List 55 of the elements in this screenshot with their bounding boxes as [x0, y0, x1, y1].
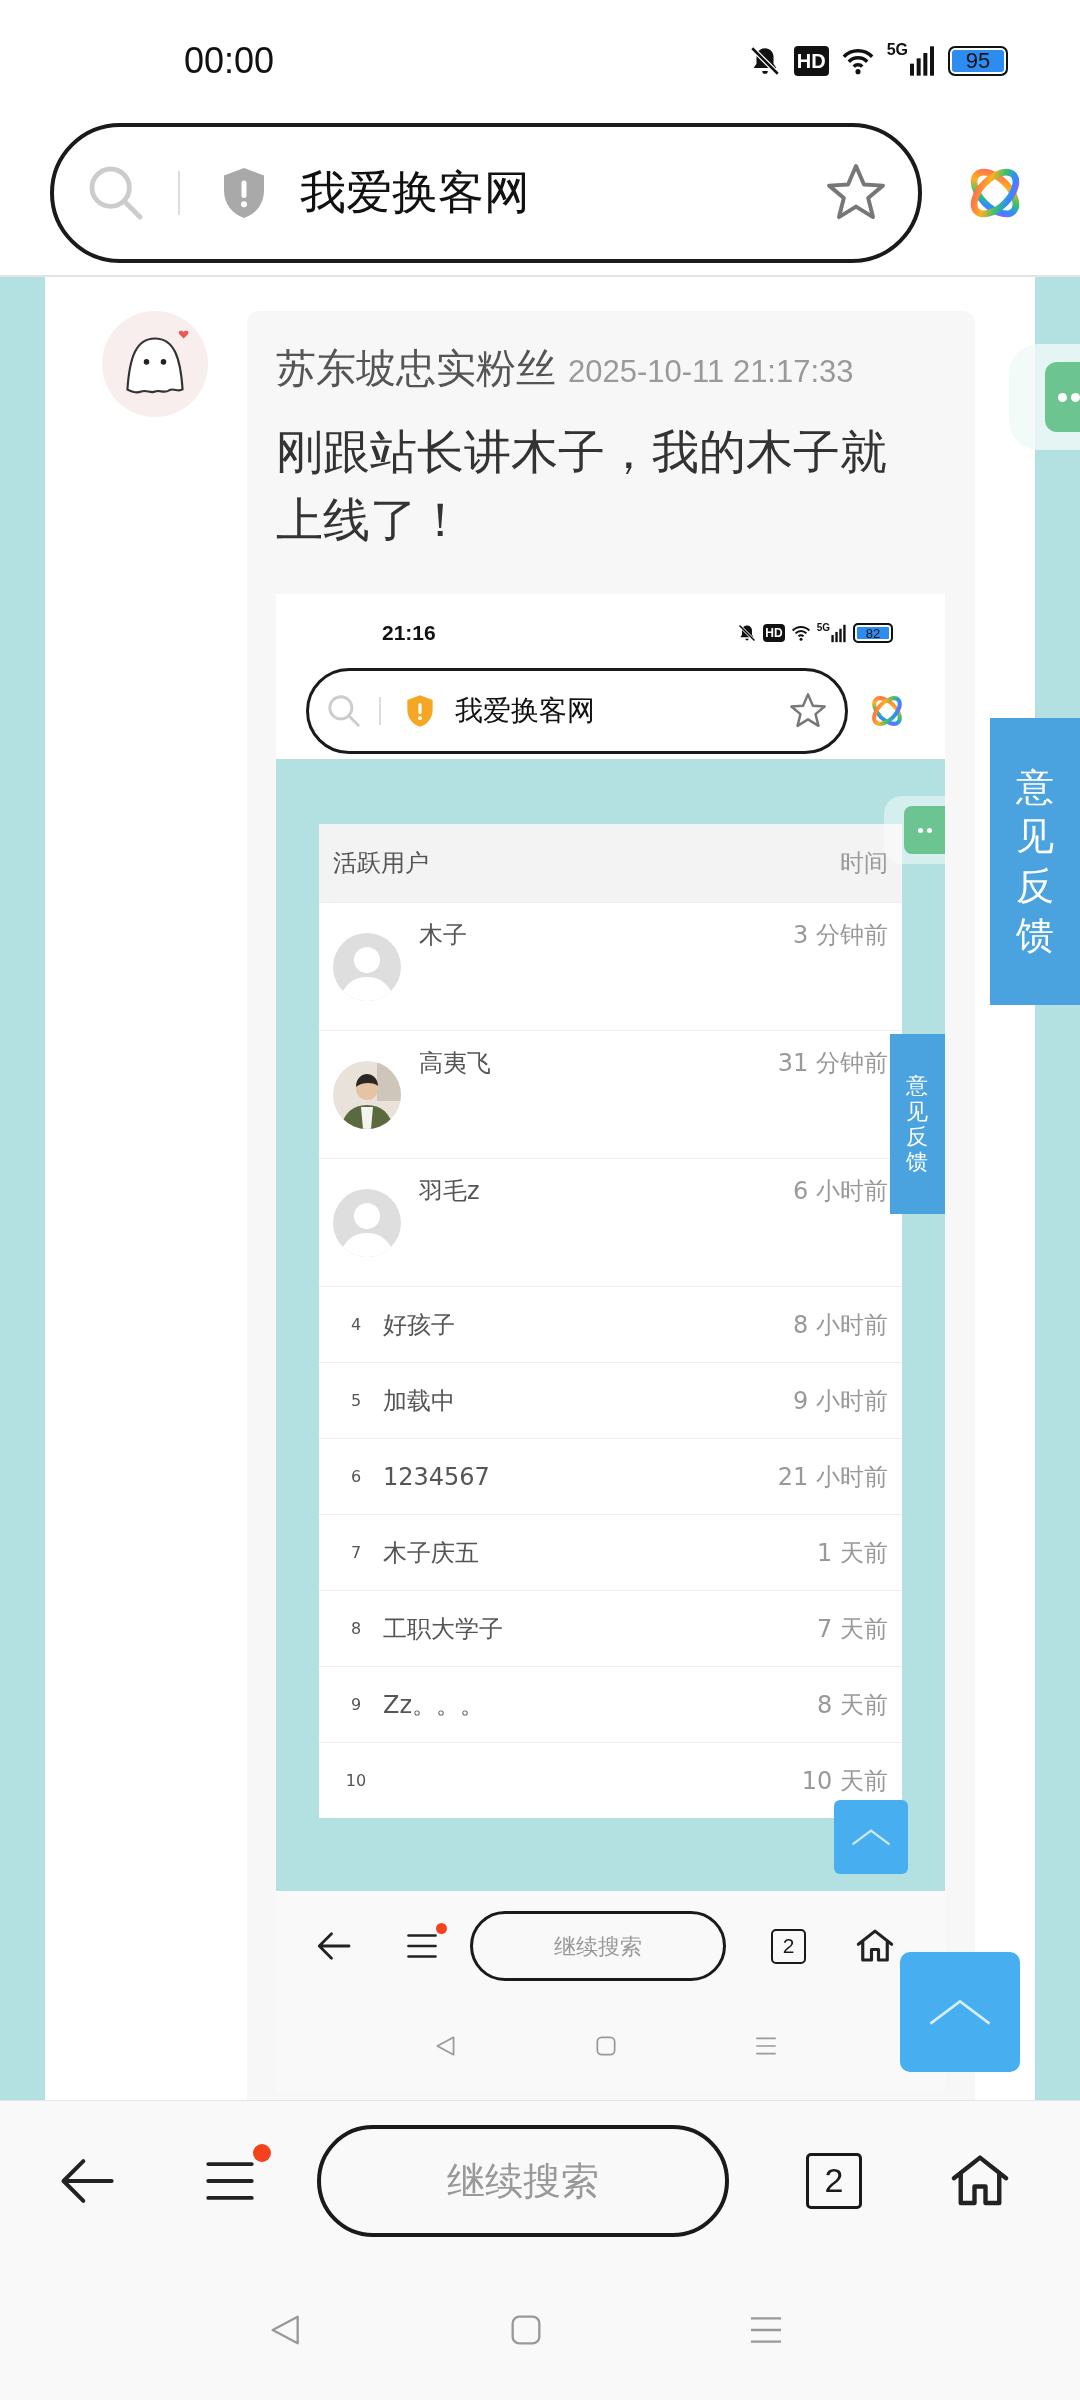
- home-square-icon[interactable]: [593, 2033, 619, 2059]
- last-active-time: 10 天前: [801, 1765, 888, 1797]
- hd-badge: HD: [793, 46, 829, 76]
- hd-badge: HD: [763, 624, 785, 642]
- network-label: 5G: [816, 623, 830, 633]
- rank-number: 6: [349, 1467, 363, 1486]
- signal-icon: [830, 623, 847, 643]
- column-header: 活跃用户: [333, 848, 429, 879]
- tab-count-button[interactable]: 2: [806, 2152, 862, 2209]
- last-active-time: 1 天前: [817, 1537, 888, 1569]
- comment-date: 2025-10-11 21:17:33: [568, 354, 854, 390]
- last-active-time: 21 小时前: [777, 1461, 888, 1493]
- last-active-time: 6 小时前: [793, 1176, 888, 1207]
- last-active-time: 8 小时前: [793, 1309, 888, 1341]
- network-label: 5G: [886, 42, 908, 58]
- user-name[interactable]: 高夷飞: [419, 1047, 778, 1079]
- last-active-time: 7 天前: [817, 1613, 888, 1645]
- muted-bell-icon: [737, 623, 758, 643]
- last-active-time: 8 天前: [817, 1689, 888, 1721]
- user-name[interactable]: 工职大学子: [383, 1612, 818, 1645]
- wifi-icon: [790, 623, 811, 643]
- rank-number: 10: [344, 1771, 368, 1790]
- user-name[interactable]: 木子: [419, 919, 794, 951]
- address-bar[interactable]: 我爱换客网: [50, 122, 922, 263]
- comment-author[interactable]: 苏东坡忠实粉丝: [276, 341, 556, 396]
- comment-text: 刚跟站长讲木子，我的木子就上线了！: [276, 423, 888, 549]
- page-title: 我爱换客网: [300, 163, 531, 221]
- scroll-top-button[interactable]: [834, 1800, 908, 1874]
- rank-number: 8: [349, 1619, 363, 1638]
- rank-number: 7: [349, 1543, 363, 1562]
- page-title: 我爱换客网: [455, 692, 596, 729]
- chat-float-button[interactable]: [904, 806, 945, 854]
- user-name[interactable]: Zz。。。: [383, 1688, 818, 1721]
- tab-count-button[interactable]: 2: [771, 1928, 806, 1964]
- rank-number: 9: [349, 1695, 363, 1714]
- clock-time: 21:16: [382, 621, 436, 645]
- battery-percent: 82: [865, 626, 881, 640]
- signal-icon: [908, 45, 936, 77]
- column-header: 时间: [840, 848, 888, 879]
- address-bar[interactable]: 我爱换客网: [306, 667, 848, 754]
- user-name[interactable]: 好孩子: [383, 1308, 794, 1341]
- last-active-time: 9 小时前: [793, 1385, 888, 1417]
- user-name[interactable]: 木子庆五: [383, 1536, 818, 1569]
- battery-percent: 95: [965, 50, 991, 72]
- rank-number: 5: [349, 1391, 363, 1410]
- last-active-time: 3 分钟前: [793, 920, 888, 951]
- search-field[interactable]: 继续搜索: [470, 1911, 726, 1981]
- ghost-avatar-icon: [102, 311, 208, 417]
- rank-number: 4: [349, 1315, 363, 1334]
- user-name[interactable]: 1234567: [383, 1462, 778, 1491]
- clock-time: 00:00: [184, 40, 275, 82]
- user-name[interactable]: 羽毛z: [419, 1175, 794, 1207]
- search-field[interactable]: 继续搜索: [317, 2124, 729, 2237]
- user-name[interactable]: 加载中: [383, 1384, 794, 1417]
- last-active-time: 31 分钟前: [777, 1048, 888, 1079]
